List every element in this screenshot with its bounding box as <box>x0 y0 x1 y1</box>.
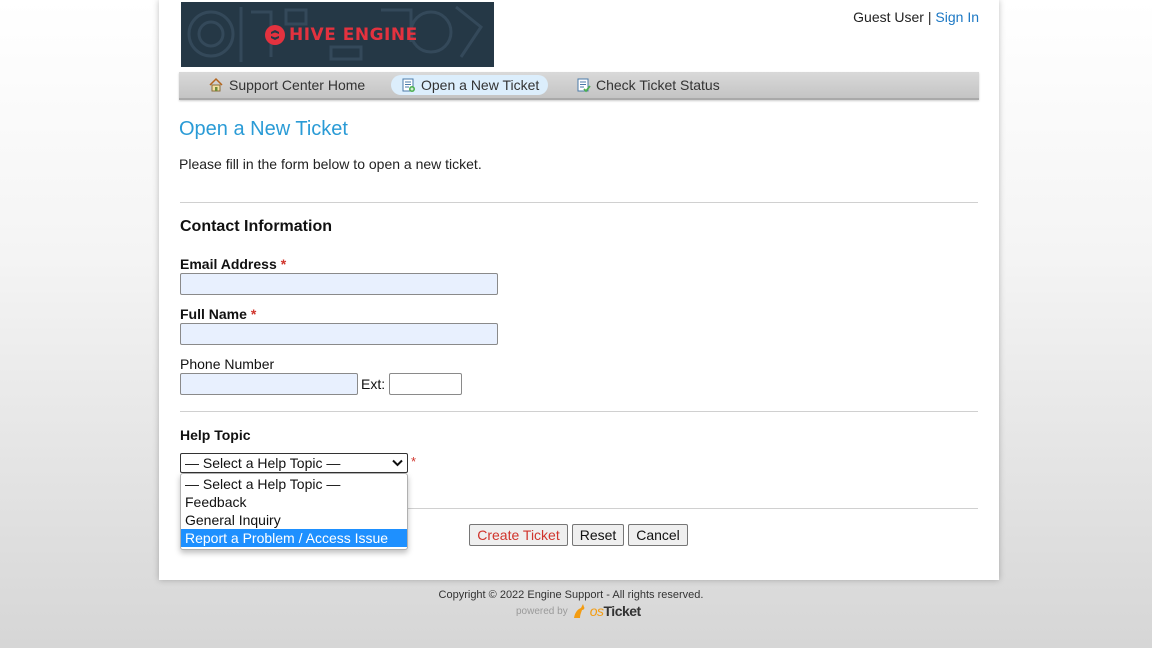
nav-label: Check Ticket Status <box>596 77 720 93</box>
home-icon <box>209 77 223 92</box>
ext-label: Ext: <box>361 376 386 392</box>
full-name-label-text: Full Name <box>180 306 247 322</box>
help-topic-option[interactable]: Feedback <box>181 493 407 511</box>
hive-engine-logo-icon <box>265 25 285 45</box>
user-info: Guest User | Sign In <box>853 9 979 25</box>
help-topic-label: Help Topic <box>180 427 251 443</box>
email-label-text: Email Address <box>180 256 277 272</box>
required-marker: * <box>280 256 287 272</box>
cancel-button[interactable]: Cancel <box>628 524 688 546</box>
nav-label: Open a New Ticket <box>421 77 540 93</box>
full-name-field[interactable] <box>180 323 498 345</box>
nav-open-new-ticket[interactable]: Open a New Ticket <box>391 75 549 95</box>
divider <box>180 202 978 203</box>
help-topic-dropdown: — Select a Help Topic — Feedback General… <box>180 473 408 550</box>
new-ticket-icon <box>402 78 415 92</box>
kangaroo-icon <box>573 604 585 618</box>
phone-ext-field[interactable] <box>389 373 462 395</box>
powered-by-text: powered by <box>516 606 568 617</box>
nav-check-ticket-status[interactable]: Check Ticket Status <box>566 75 729 95</box>
powered-by-osticket[interactable]: powered by osTicket <box>516 603 641 619</box>
required-marker: * <box>250 306 257 322</box>
footer-copyright: Copyright © 2022 Engine Support - All ri… <box>438 589 704 601</box>
nav-support-center-home[interactable]: Support Center Home <box>199 75 374 95</box>
email-field[interactable] <box>180 273 498 295</box>
guest-user-label: Guest User <box>853 9 924 25</box>
site-logo[interactable]: HIVE ENGINE <box>181 2 494 67</box>
main-nav: Support Center Home Open a New Ticket Ch… <box>179 72 979 100</box>
osticket-logo-text: osTicket <box>589 603 642 619</box>
page-title: Open a New Ticket <box>179 118 348 140</box>
full-name-label: Full Name * <box>180 306 256 322</box>
help-topic-option[interactable]: General Inquiry <box>181 511 407 529</box>
required-marker: * <box>411 454 417 469</box>
phone-number-field[interactable] <box>180 373 358 395</box>
help-topic-selected-value: — Select a Help Topic — <box>185 455 341 471</box>
email-label: Email Address * <box>180 256 286 272</box>
help-topic-option[interactable]: — Select a Help Topic — <box>181 475 407 493</box>
help-topic-select[interactable]: — Select a Help Topic — <box>180 453 408 473</box>
chevron-down-icon <box>392 459 403 467</box>
nav-label: Support Center Home <box>229 77 366 93</box>
page-container: HIVE ENGINE Guest User | Sign In Support… <box>159 0 999 580</box>
contact-information-heading: Contact Information <box>180 218 332 235</box>
ticket-status-icon <box>577 78 591 93</box>
separator: | <box>927 9 932 25</box>
intro-text: Please fill in the form below to open a … <box>179 156 482 172</box>
reset-button[interactable]: Reset <box>572 524 624 546</box>
phone-number-label: Phone Number <box>180 356 275 372</box>
sign-in-link[interactable]: Sign In <box>935 9 979 25</box>
logo-text: HIVE ENGINE <box>289 25 418 45</box>
divider <box>180 411 978 412</box>
create-ticket-button[interactable]: Create Ticket <box>469 524 568 546</box>
help-topic-option-highlighted[interactable]: Report a Problem / Access Issue <box>181 529 407 547</box>
logo-brand: HIVE ENGINE <box>265 25 418 45</box>
